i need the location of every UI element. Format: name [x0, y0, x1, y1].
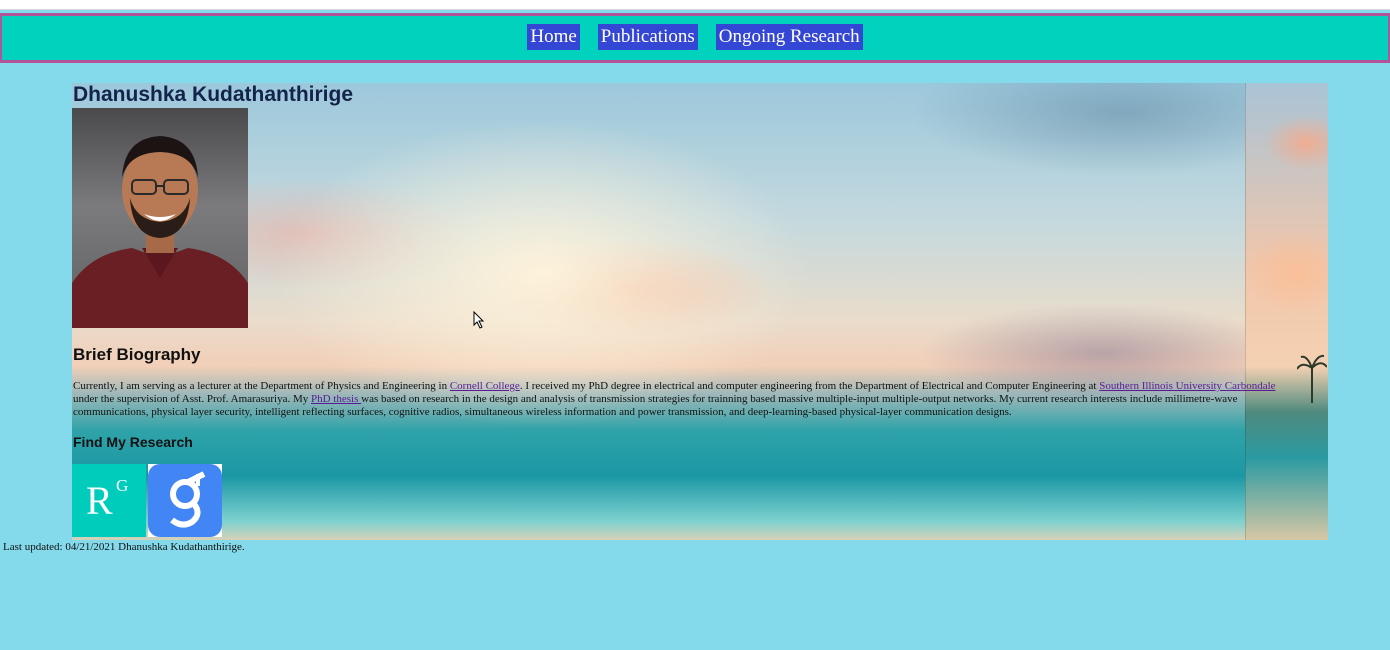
nav-home-link[interactable]: Home: [527, 24, 580, 50]
hero-section: Dhanushka Kudathanthirige Brief Biograph…: [72, 83, 1328, 540]
cornell-college-link[interactable]: Cornell College: [450, 380, 520, 392]
background-image-tile: [1245, 83, 1328, 540]
profile-photo-illustration: [72, 136, 248, 328]
google-scholar-logo: [148, 464, 222, 537]
biography-text-part-3: under the supervision of Asst. Prof. Ama…: [73, 393, 311, 405]
last-updated-footer: Last updated: 04/21/2021 Dhanushka Kudat…: [3, 541, 245, 553]
researchgate-letter-r: R: [86, 478, 113, 523]
nav-publications-link[interactable]: Publications: [597, 24, 698, 50]
site-title: Dhanushka Kudathanthirige: [73, 83, 354, 106]
find-research-heading: Find My Research: [73, 434, 193, 450]
navbar: Home Publications Ongoing Research: [0, 13, 1390, 63]
researchgate-letter-g: G: [116, 476, 129, 495]
google-scholar-icon[interactable]: [148, 464, 222, 537]
biography-text-part-1: Currently, I am serving as a lecturer at…: [73, 380, 450, 392]
phd-thesis-link[interactable]: PhD thesis: [311, 393, 361, 405]
biography-heading: Brief Biography: [73, 345, 201, 364]
biography-text-part-2: . I received my PhD degree in electrical…: [519, 380, 1100, 392]
biography-text: Currently, I am serving as a lecturer at…: [73, 380, 1297, 419]
nav-list: Home Publications Ongoing Research: [527, 24, 863, 50]
browser-chrome-strip: [0, 0, 1390, 10]
mouse-cursor-icon: [473, 311, 485, 329]
profile-photo: [72, 108, 248, 328]
nav-ongoing-research-link[interactable]: Ongoing Research: [715, 24, 863, 50]
researchgate-icon[interactable]: R G: [72, 464, 146, 537]
palm-tree-silhouette: [1297, 354, 1327, 403]
siu-carbondale-link[interactable]: Southern Illinois University Carbondale: [1099, 380, 1275, 392]
